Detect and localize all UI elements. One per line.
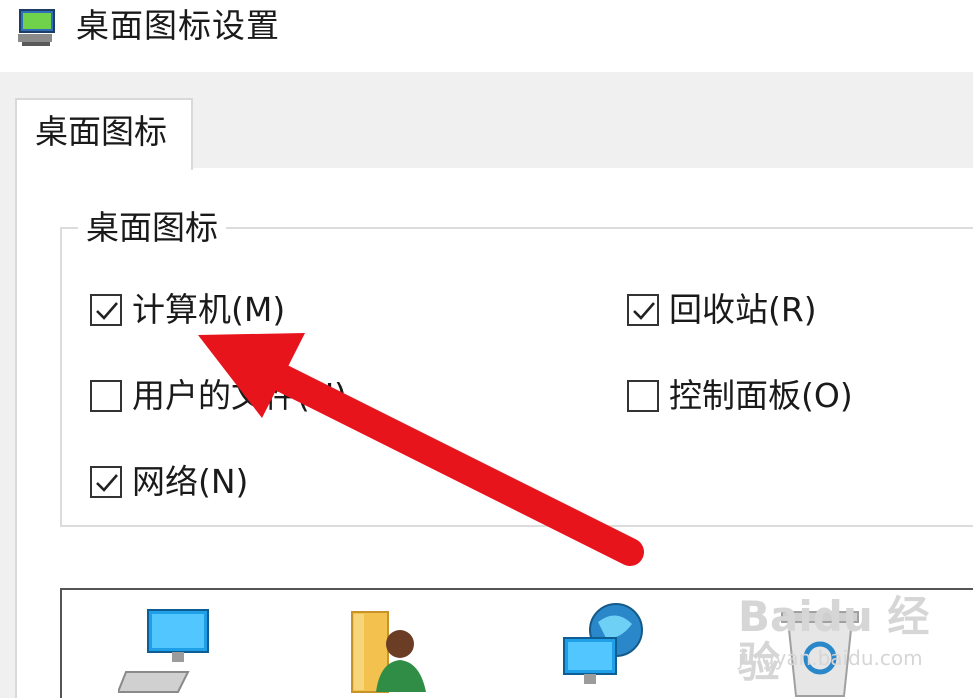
watermark-main: Baidu 经验 <box>738 592 930 687</box>
checkbox-box[interactable] <box>627 380 659 412</box>
title-bar: 桌面图标设置 <box>0 0 973 72</box>
checkmark-icon <box>96 474 118 492</box>
checkbox-network[interactable]: 网络(N) <box>90 460 248 504</box>
checkbox-box[interactable] <box>90 294 122 326</box>
network-icon[interactable] <box>558 600 658 698</box>
tab-label: 桌面图标 <box>35 112 167 151</box>
checkmark-icon <box>633 302 655 320</box>
checkbox-user-files[interactable]: 用户的文件(U) <box>90 374 347 418</box>
group-legend: 桌面图标 <box>78 208 226 248</box>
user-files-icon[interactable] <box>340 600 440 698</box>
checkbox-label: 控制面板(O) <box>669 376 853 415</box>
checkbox-recycle-bin[interactable]: 回收站(R) <box>627 288 817 332</box>
checkmark-icon <box>96 302 118 320</box>
baidu-watermark: Baidu 经验 jingyan.baidu.com <box>738 594 968 686</box>
checkbox-box[interactable] <box>90 466 122 498</box>
computer-icon[interactable] <box>118 600 218 698</box>
checkbox-label: 网络(N) <box>132 462 249 501</box>
display-settings-icon <box>18 9 55 46</box>
checkbox-box[interactable] <box>627 294 659 326</box>
checkbox-computer[interactable]: 计算机(M) <box>90 288 285 332</box>
window-title: 桌面图标设置 <box>76 6 280 45</box>
checkbox-label: 回收站(R) <box>669 290 817 329</box>
tab-desktop-icons[interactable]: 桌面图标 <box>15 98 193 170</box>
checkbox-label: 计算机(M) <box>132 290 286 329</box>
checkbox-box[interactable] <box>90 380 122 412</box>
checkbox-control-panel[interactable]: 控制面板(O) <box>627 374 853 418</box>
checkbox-label: 用户的文件(U) <box>132 376 347 415</box>
watermark-sub: jingyan.baidu.com <box>738 646 923 670</box>
